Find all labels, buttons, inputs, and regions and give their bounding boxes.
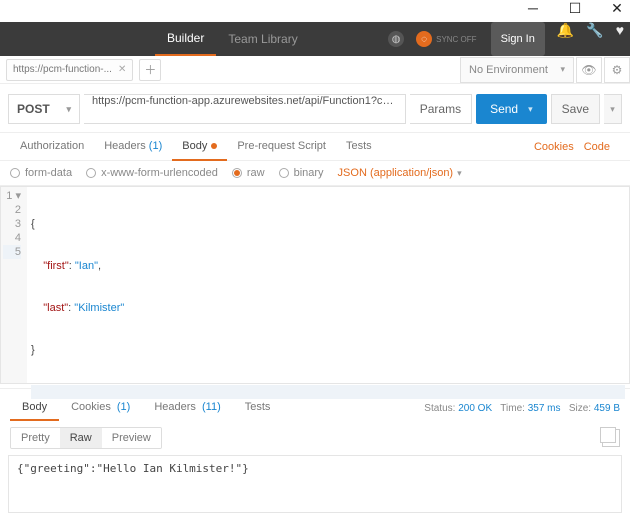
send-label: Send [490, 102, 518, 116]
method-label: POST [17, 102, 50, 116]
radio-binary[interactable]: binary [279, 167, 324, 179]
radio-raw[interactable]: raw [232, 167, 265, 179]
editor-code[interactable]: { "first": "Ian", "last": "Kilmister" } [27, 187, 629, 383]
environment-settings-icon[interactable]: ⚙ [604, 57, 630, 83]
bell-icon[interactable]: 🔔 [551, 22, 580, 56]
method-select[interactable]: POST ▾ [8, 94, 80, 124]
view-preview[interactable]: Preview [102, 428, 161, 448]
resp-tab-body[interactable]: Body [10, 395, 59, 421]
window-controls: ─ ☐ ✕ [0, 0, 630, 22]
heart-icon[interactable]: ♥ [610, 22, 630, 56]
code-link[interactable]: Code [584, 141, 610, 153]
body-editor[interactable]: 1 ▾ 2 3 4 5 { "first": "Ian", "last": "K… [0, 186, 630, 384]
tab-pre-request[interactable]: Pre-request Script [227, 133, 336, 161]
headers-count: (1) [149, 140, 162, 152]
close-icon[interactable]: ✕ [118, 64, 126, 75]
minimize-button[interactable]: ─ [524, 0, 542, 16]
resp-tab-tests[interactable]: Tests [233, 395, 283, 421]
chevron-down-icon: ▾ [66, 104, 71, 115]
tab-headers-label: Headers [104, 140, 146, 152]
interceptor-icon[interactable]: ◍ [384, 22, 408, 56]
tab-builder[interactable]: Builder [155, 22, 216, 56]
body-dot-icon [211, 143, 217, 149]
chevron-down-icon: ▾ [457, 168, 462, 179]
maximize-button[interactable]: ☐ [566, 0, 584, 17]
response-body[interactable]: {"greeting":"Hello Ian Kilmister!"} [8, 455, 622, 513]
request-sub-tabs: Authorization Headers (1) Body Pre-reque… [0, 133, 630, 161]
context-row: https://pcm-function-... ✕ ＋ No Environm… [0, 56, 630, 84]
environment-label: No Environment [469, 64, 548, 76]
view-raw[interactable]: Raw [60, 428, 102, 448]
resp-tab-cookies[interactable]: Cookies (1) [59, 395, 142, 421]
response-meta: Status: 200 OK Time: 357 ms Size: 459 B [424, 403, 620, 414]
environment-preview-icon[interactable]: 👁 [576, 57, 602, 83]
body-type-row: form-data x-www-form-urlencoded raw bina… [0, 161, 630, 186]
tab-headers[interactable]: Headers (1) [94, 133, 172, 161]
tab-body[interactable]: Body [172, 133, 227, 161]
tab-body-label: Body [182, 140, 207, 152]
tab-authorization[interactable]: Authorization [10, 133, 94, 161]
content-type-label: JSON (application/json) [338, 167, 454, 179]
sync-icon[interactable]: ◌SYNC OFF [408, 22, 490, 56]
copy-icon[interactable] [602, 429, 620, 447]
save-button[interactable]: Save [551, 94, 600, 124]
radio-form-data[interactable]: form-data [10, 167, 72, 179]
tab-team-library[interactable]: Team Library [216, 22, 309, 56]
view-pretty[interactable]: Pretty [11, 428, 60, 448]
close-button[interactable]: ✕ [608, 0, 626, 17]
environment-select[interactable]: No Environment ▾ [460, 57, 574, 83]
params-button[interactable]: Params [410, 94, 472, 124]
url-input[interactable]: https://pcm-function-app.azurewebsites.n… [84, 94, 406, 124]
resp-tab-headers[interactable]: Headers (11) [142, 395, 232, 421]
request-tab[interactable]: https://pcm-function-... ✕ [6, 59, 133, 81]
sign-in-button[interactable]: Sign In [491, 22, 545, 56]
save-dropdown[interactable]: ▾ [604, 94, 622, 124]
cookies-link[interactable]: Cookies [534, 141, 574, 153]
request-bar: POST ▾ https://pcm-function-app.azureweb… [0, 84, 630, 133]
wrench-icon[interactable]: 🔧 [580, 22, 609, 56]
tab-tests[interactable]: Tests [336, 133, 382, 161]
add-tab-button[interactable]: ＋ [139, 59, 161, 81]
content-type-select[interactable]: JSON (application/json) ▾ [338, 167, 462, 179]
editor-gutter: 1 ▾ 2 3 4 5 [1, 187, 27, 383]
send-button[interactable]: Send ▾ [476, 94, 547, 124]
app-header: Builder Team Library ◍ ◌SYNC OFF Sign In… [0, 22, 630, 56]
request-tab-label: https://pcm-function-... [13, 64, 112, 75]
chevron-down-icon: ▾ [560, 64, 565, 75]
radio-urlencoded[interactable]: x-www-form-urlencoded [86, 167, 218, 179]
chevron-down-icon: ▾ [528, 104, 533, 115]
